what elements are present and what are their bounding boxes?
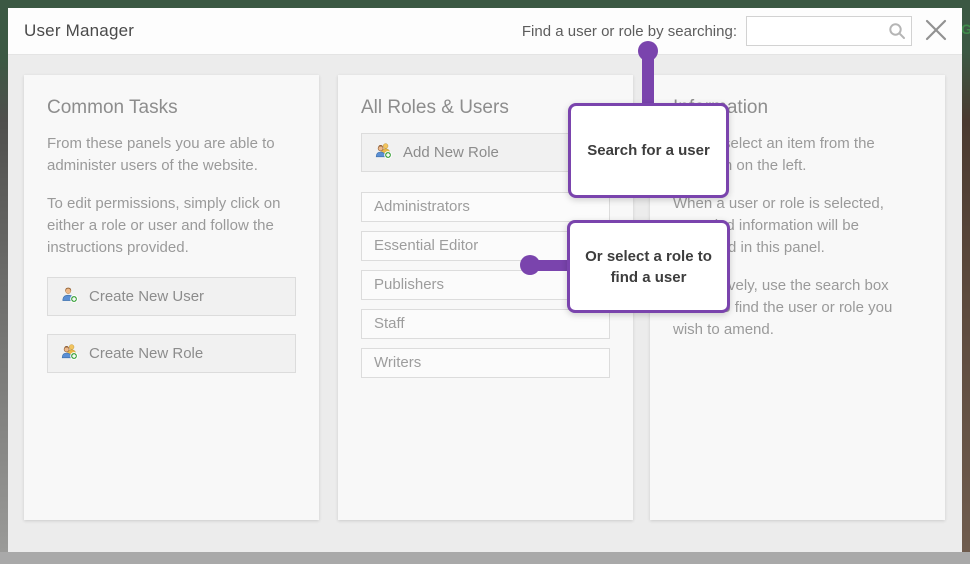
close-icon — [923, 17, 949, 46]
dialog-header: User Manager Find a user or role by sear… — [8, 8, 962, 55]
search-label: Find a user or role by searching: — [522, 23, 737, 40]
user-add-icon — [61, 286, 78, 307]
screen: G User Manager Find a user or role by se… — [0, 0, 970, 564]
backdrop-right-edge — [962, 0, 970, 552]
dialog-title: User Manager — [24, 21, 134, 41]
create-new-role-label: Create New Role — [89, 345, 203, 362]
panel-common-tasks: Common Tasks From these panels you are a… — [24, 75, 319, 520]
callout-role-text: Or select a role to find a user — [584, 246, 713, 288]
callout-role-tooltip: Or select a role to find a user — [567, 220, 730, 313]
group-add-icon — [375, 142, 392, 163]
backdrop-artifact-letter: G — [961, 20, 970, 38]
search-field-wrap — [746, 16, 912, 46]
common-tasks-paragraph: To edit permissions, simply click on eit… — [47, 193, 296, 259]
callout-search-dot — [638, 41, 658, 61]
callout-role-dot — [520, 255, 540, 275]
backdrop-top-edge — [0, 0, 970, 8]
search-group: Find a user or role by searching: — [522, 16, 950, 46]
callout-search-text: Search for a user — [587, 140, 710, 161]
callout-search-tooltip: Search for a user — [568, 103, 729, 198]
common-tasks-paragraph: From these panels you are able to admini… — [47, 133, 296, 177]
create-new-user-button[interactable]: Create New User — [47, 277, 296, 316]
backdrop-left-edge — [0, 0, 8, 552]
group-add-icon — [61, 343, 78, 364]
role-item-staff[interactable]: Staff — [361, 309, 610, 339]
user-manager-dialog: User Manager Find a user or role by sear… — [8, 8, 962, 552]
role-item-writers[interactable]: Writers — [361, 348, 610, 378]
create-new-role-button[interactable]: Create New Role — [47, 334, 296, 373]
create-new-user-label: Create New User — [89, 288, 204, 305]
close-button[interactable] — [922, 17, 950, 45]
panel-common-tasks-title: Common Tasks — [47, 97, 296, 119]
callout-search-connector — [642, 53, 654, 107]
search-icon[interactable] — [887, 21, 907, 41]
add-new-role-label: Add New Role — [403, 144, 499, 161]
